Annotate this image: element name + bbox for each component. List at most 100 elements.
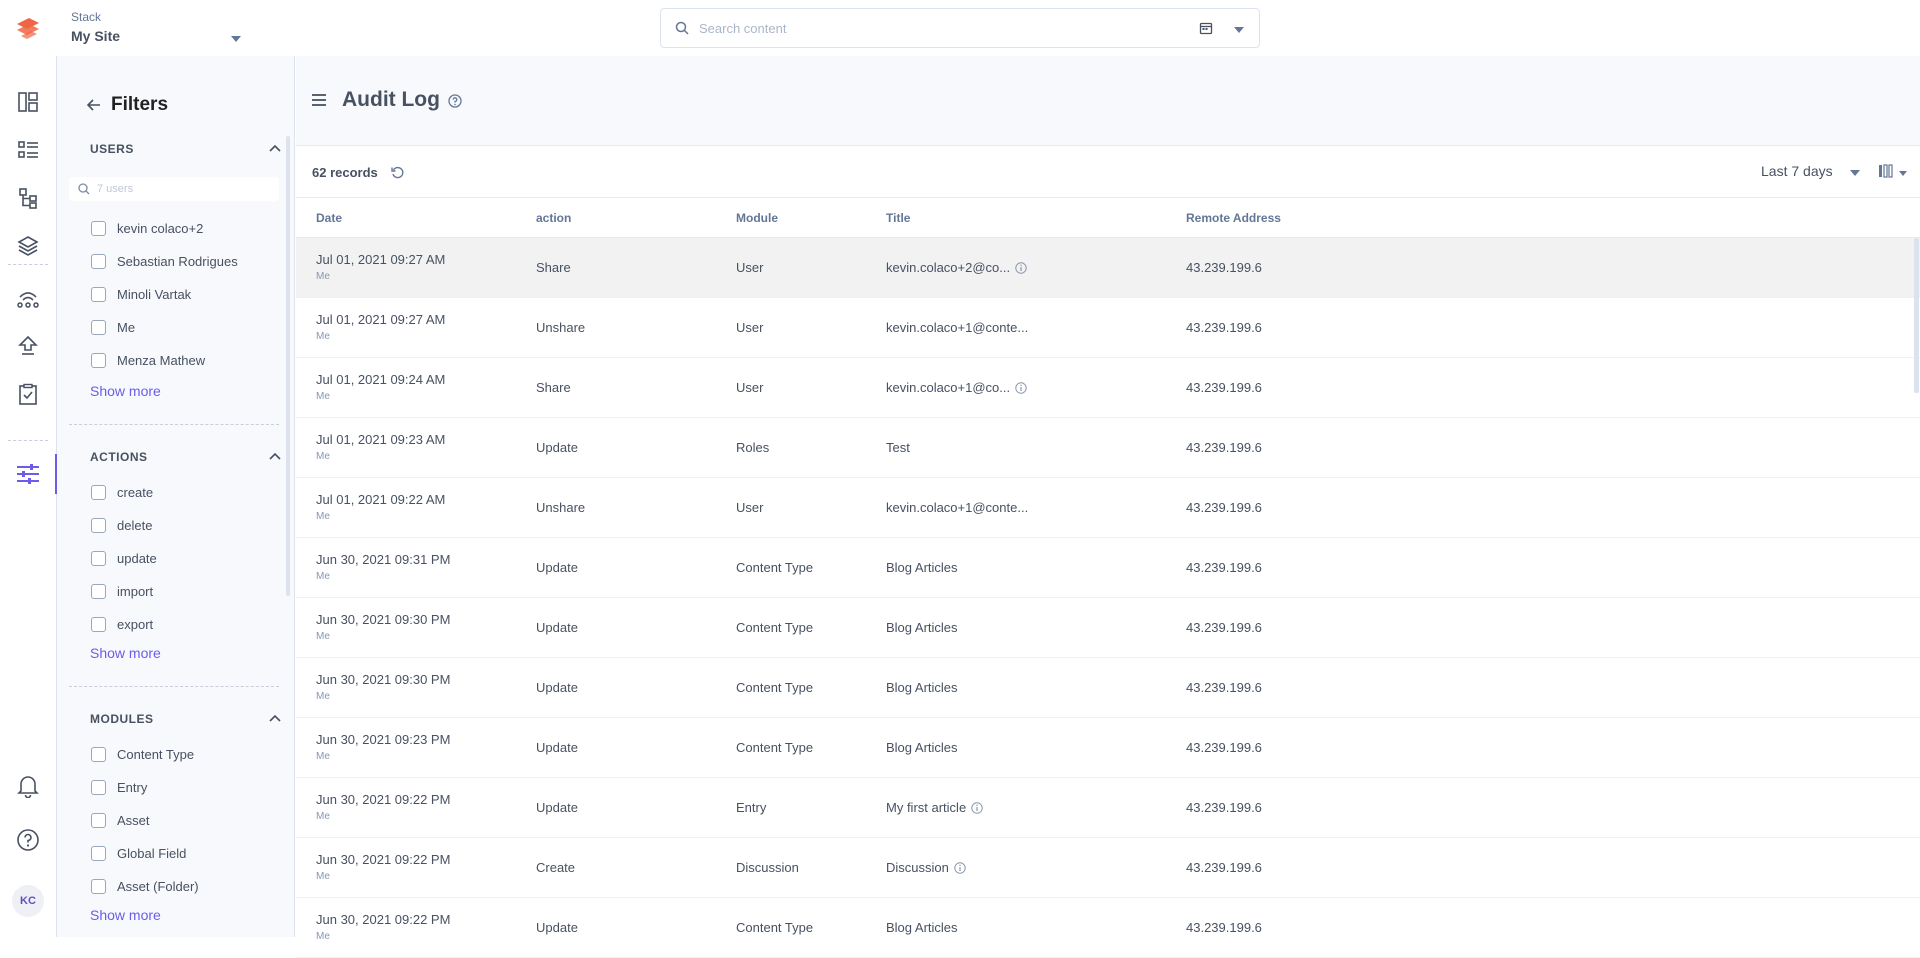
filter-label: Minoli Vartak [117, 286, 192, 302]
module-filter-item[interactable]: Asset [91, 811, 150, 829]
settings-sliders-icon[interactable] [0, 454, 56, 494]
assets-layers-icon[interactable] [0, 226, 56, 266]
page-header: Audit Log [296, 56, 1920, 146]
row-date: Jun 30, 2021 09:30 PM [316, 612, 451, 627]
entries-list-icon[interactable] [0, 130, 56, 170]
table-row[interactable]: Jun 30, 2021 09:31 PM Me Update Content Typ… [296, 538, 1920, 598]
table-row[interactable]: Jun 30, 2021 09:22 PM Me Update Entry My fir… [296, 778, 1920, 838]
row-title: Blog Articles [886, 740, 958, 755]
stack-selector[interactable]: Stack My Site [71, 10, 241, 44]
table-row[interactable]: Jun 30, 2021 09:23 PM Me Update Content Typ… [296, 718, 1920, 778]
chevron-down-icon[interactable] [1899, 171, 1907, 176]
table-row[interactable]: Jul 01, 2021 09:27 AM Me Unshare User kevin.… [296, 298, 1920, 358]
table-row[interactable]: Jun 30, 2021 09:22 PM Me Create Discussion D… [296, 838, 1920, 898]
calendar-icon[interactable] [1199, 21, 1213, 35]
user-filter-item[interactable]: Menza Mathew [91, 351, 205, 369]
checkbox[interactable] [91, 616, 106, 632]
checkbox[interactable] [91, 319, 106, 335]
checkbox[interactable] [91, 583, 106, 599]
chevron-up-icon[interactable] [269, 144, 281, 152]
action-filter-item[interactable]: import [91, 582, 153, 600]
row-title: Test [886, 440, 910, 455]
checkbox[interactable] [91, 845, 106, 861]
checkbox[interactable] [91, 253, 106, 269]
checkbox[interactable] [91, 550, 106, 566]
users-show-more-link[interactable]: Show more [90, 383, 161, 399]
row-module: Roles [736, 440, 770, 455]
refresh-icon[interactable] [391, 166, 404, 179]
help-icon[interactable] [0, 820, 56, 860]
contentstack-logo-icon[interactable] [13, 14, 43, 42]
action-filter-item[interactable]: update [91, 549, 157, 567]
chevron-down-icon[interactable] [1850, 170, 1860, 176]
column-header-action[interactable]: action [536, 211, 571, 225]
row-action: Update [536, 620, 578, 635]
module-filter-item[interactable]: Global Field [91, 844, 186, 862]
table-scrollbar[interactable] [1914, 238, 1919, 393]
checkbox[interactable] [91, 484, 106, 500]
module-filter-item[interactable]: Asset (Folder) [91, 877, 199, 895]
question-circle-icon[interactable] [448, 94, 462, 108]
webhooks-icon[interactable] [0, 278, 56, 318]
row-remote-address: 43.239.199.6 [1186, 440, 1262, 455]
users-search-input[interactable] [97, 181, 267, 197]
checkbox[interactable] [91, 812, 106, 828]
stack-name: My Site [71, 28, 121, 44]
arrow-left-icon[interactable] [87, 99, 101, 111]
column-header-module[interactable]: Module [736, 211, 778, 225]
checkbox[interactable] [91, 352, 106, 368]
actions-show-more-link[interactable]: Show more [90, 645, 161, 661]
module-filter-item[interactable]: Content Type [91, 745, 194, 763]
row-date: Jul 01, 2021 09:23 AM [316, 432, 446, 447]
search-options-chevron-icon[interactable] [1234, 27, 1244, 33]
info-icon[interactable] [971, 802, 983, 817]
checkbox[interactable] [91, 220, 106, 236]
checkbox[interactable] [91, 517, 106, 533]
column-header-remote-address[interactable]: Remote Address [1186, 211, 1281, 225]
date-range-select[interactable]: Last 7 days [1761, 163, 1833, 179]
row-action: Update [536, 560, 578, 575]
checkbox[interactable] [91, 878, 106, 894]
table-row[interactable]: Jul 01, 2021 09:24 AM Me Share User kevin.co… [296, 358, 1920, 418]
avatar[interactable]: KC [12, 885, 44, 917]
table-row[interactable]: Jul 01, 2021 09:27 AM Me Share User kevin.co… [296, 238, 1920, 298]
row-title-cell: Discussion [886, 860, 966, 877]
columns-icon[interactable] [1878, 164, 1894, 178]
chevron-up-icon[interactable] [269, 452, 281, 460]
table-row[interactable]: Jul 01, 2021 09:23 AM Me Update Roles Test 43… [296, 418, 1920, 478]
dashboard-icon[interactable] [0, 82, 56, 122]
module-filter-item[interactable]: Entry [91, 778, 147, 796]
action-filter-item[interactable]: create [91, 483, 153, 501]
user-filter-item[interactable]: Me [91, 318, 135, 336]
checkbox[interactable] [91, 286, 106, 302]
table-row[interactable]: Jun 30, 2021 09:22 PM Me Update Content Typ… [296, 898, 1920, 958]
row-action: Update [536, 440, 578, 455]
publish-queue-icon[interactable] [0, 326, 56, 366]
info-icon[interactable] [1015, 262, 1027, 277]
checkbox[interactable] [91, 779, 106, 795]
user-filter-item[interactable]: kevin colaco+2 [91, 219, 203, 237]
tasks-clipboard-icon[interactable] [0, 374, 56, 414]
row-user: Me [316, 751, 330, 762]
table-row[interactable]: Jun 30, 2021 09:30 PM Me Update Content Typ… [296, 598, 1920, 658]
user-filter-item[interactable]: Sebastian Rodrigues [91, 252, 238, 270]
user-filter-item[interactable]: Minoli Vartak [91, 285, 191, 303]
search-input[interactable] [699, 18, 1119, 38]
content-models-icon[interactable] [0, 178, 56, 218]
info-icon[interactable] [954, 862, 966, 877]
filter-label: import [117, 583, 154, 599]
notifications-bell-icon[interactable] [0, 766, 56, 806]
column-header-title[interactable]: Title [886, 211, 910, 225]
row-title-cell: Blog Articles [886, 680, 958, 695]
action-filter-item[interactable]: export [91, 615, 153, 633]
action-filter-item[interactable]: delete [91, 516, 152, 534]
checkbox[interactable] [91, 746, 106, 762]
column-header-date[interactable]: Date [316, 211, 342, 225]
chevron-up-icon[interactable] [269, 714, 281, 722]
menu-hamburger-icon[interactable] [312, 94, 326, 106]
table-row[interactable]: Jun 30, 2021 09:30 PM Me Update Content Typ… [296, 658, 1920, 718]
filters-scrollbar[interactable] [286, 136, 290, 596]
table-row[interactable]: Jul 01, 2021 09:22 AM Me Unshare User kevin.… [296, 478, 1920, 538]
info-icon[interactable] [1015, 382, 1027, 397]
modules-show-more-link[interactable]: Show more [90, 907, 161, 923]
